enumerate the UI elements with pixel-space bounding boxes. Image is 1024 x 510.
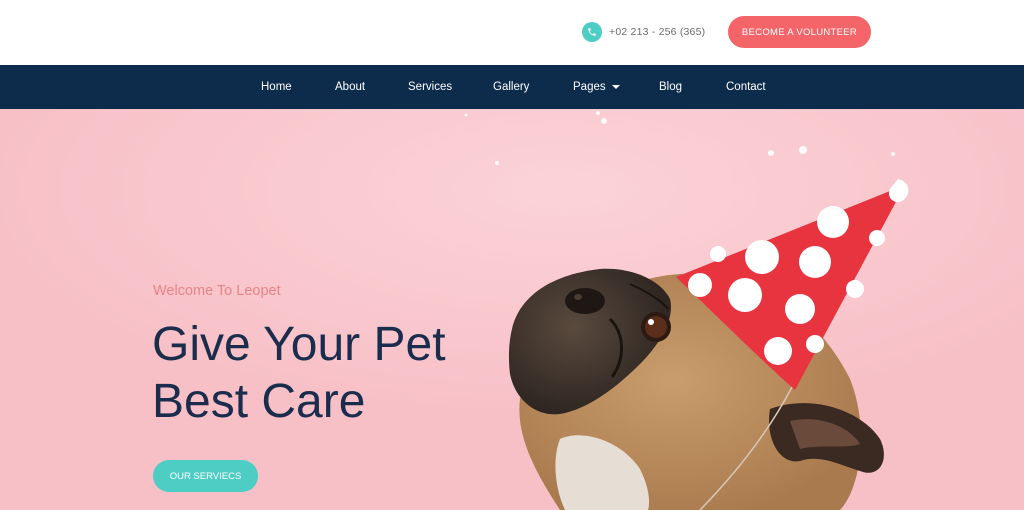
nav-item-label: About <box>335 81 366 93</box>
nav-item-label: Blog <box>659 81 683 93</box>
hero-welcome-text: Welcome To Leopet <box>153 283 281 299</box>
nav-item-label: Home <box>261 81 292 93</box>
our-services-button[interactable]: OUR SERVIECS <box>153 460 258 492</box>
nav-item-contact[interactable]: Contact <box>726 65 766 109</box>
hero-section: Welcome To Leopet Give Your Pet Best Car… <box>0 109 1024 510</box>
phone-icon <box>582 22 602 42</box>
phone-number: +02 213 - 256 (365) <box>609 26 706 38</box>
hero-headline-line2: Best Care <box>152 375 366 428</box>
nav-item-label: Gallery <box>493 81 530 93</box>
caret-down-icon <box>611 85 620 89</box>
hero-headline: Give Your Pet Best Care <box>152 316 446 430</box>
hero-headline-line1: Give Your Pet <box>152 318 446 371</box>
top-bar: +02 213 - 256 (365) BECOME A VOLUNTEER <box>0 0 1024 65</box>
nav-item-gallery[interactable]: Gallery <box>493 65 529 109</box>
hero-image <box>0 109 1024 510</box>
phone-contact[interactable]: +02 213 - 256 (365) <box>582 22 705 42</box>
nav-item-blog[interactable]: Blog <box>659 65 682 109</box>
nav-item-label: Services <box>408 81 453 93</box>
nav-item-label: Pages <box>573 81 606 93</box>
nav-item-services[interactable]: Services <box>408 65 452 109</box>
nav-item-label: Contact <box>726 81 766 93</box>
nav-item-home[interactable]: Home <box>261 65 292 109</box>
nav-item-pages[interactable]: Pages <box>573 65 620 109</box>
main-nav: Home About Services Gallery Pages Blog C… <box>0 65 1024 109</box>
become-volunteer-button[interactable]: BECOME A VOLUNTEER <box>728 16 871 48</box>
nav-item-about[interactable]: About <box>335 65 365 109</box>
